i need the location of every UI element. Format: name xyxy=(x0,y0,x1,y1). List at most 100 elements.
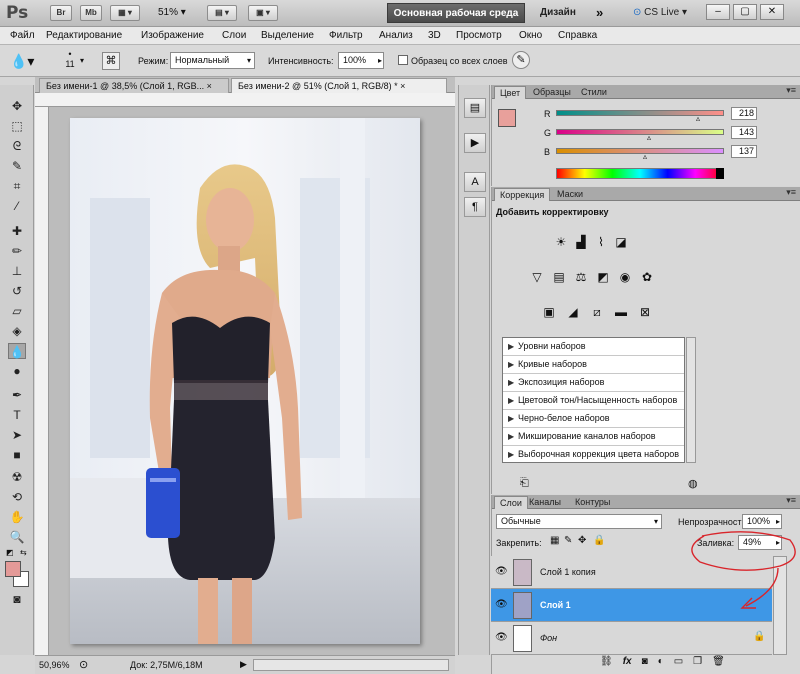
levels-icon[interactable]: ▟ xyxy=(572,234,590,250)
actions-panel-icon[interactable]: ▶ xyxy=(464,133,486,153)
tab-masks[interactable]: Маски xyxy=(552,188,588,201)
character-panel-icon[interactable]: A xyxy=(464,172,486,192)
status-info-icon[interactable]: ⊙ xyxy=(79,658,88,671)
vibrance-icon[interactable]: ▽ xyxy=(528,269,546,285)
quick-select-tool-icon[interactable]: ✎ xyxy=(8,158,26,174)
menu-layers[interactable]: Слои xyxy=(222,30,246,41)
zoom-level[interactable]: 51% ▾ xyxy=(158,7,186,18)
layer-name[interactable]: Фон xyxy=(540,633,557,643)
list-item[interactable]: ▶ Цветовой тон/Насыщенность наборов xyxy=(503,392,684,410)
adjustment-icon[interactable]: ◐ xyxy=(658,656,664,667)
panel-menu-icon[interactable]: ▾≡ xyxy=(786,187,796,198)
menu-image[interactable]: Изображение xyxy=(141,30,204,41)
crop-tool-icon[interactable]: ⌗ xyxy=(8,178,26,194)
default-colors-icon[interactable]: ◩ xyxy=(6,548,14,557)
adjustment-options-icon[interactable]: ◍ xyxy=(688,477,698,490)
expand-icon[interactable]: ▶ xyxy=(508,446,514,463)
channel-mixer-icon[interactable]: ✿ xyxy=(638,269,656,285)
history-brush-tool-icon[interactable]: ↺ xyxy=(8,283,26,299)
panel-menu-icon[interactable]: ▾≡ xyxy=(786,495,796,506)
tab-paths[interactable]: Контуры xyxy=(570,496,615,509)
r-value-input[interactable]: 218 xyxy=(731,107,757,120)
lock-all-icon[interactable]: 🔒 xyxy=(593,535,605,546)
dodge-tool-icon[interactable]: ● xyxy=(8,363,26,379)
spot-healing-tool-icon[interactable]: ✚ xyxy=(8,223,26,239)
menu-view[interactable]: Просмотр xyxy=(456,30,502,41)
minimize-button[interactable]: – xyxy=(706,4,730,20)
brush-dropdown-icon[interactable]: ▾ xyxy=(80,56,84,65)
foreground-color-swatch[interactable] xyxy=(498,109,516,127)
g-slider[interactable] xyxy=(556,129,724,135)
tab-styles[interactable]: Стили xyxy=(576,86,612,99)
visibility-eye-icon[interactable]: 👁 xyxy=(495,566,508,577)
lasso-tool-icon[interactable]: ᘓ xyxy=(8,138,26,154)
expand-icon[interactable]: ▶ xyxy=(508,410,514,427)
intensity-input[interactable]: 100% ▸ xyxy=(338,52,384,69)
gradient-map-icon[interactable]: ▬ xyxy=(612,304,630,320)
type-tool-icon[interactable]: T xyxy=(8,407,26,423)
list-item[interactable]: ▶ Черно-белое наборов xyxy=(503,410,684,428)
more-workspaces-icon[interactable]: » xyxy=(596,5,603,20)
paragraph-panel-icon[interactable]: ¶ xyxy=(464,197,486,217)
tab-document-1[interactable]: Без имени-1 @ 38,5% (Слой 1, RGB... × xyxy=(39,78,229,93)
hand-tool-icon[interactable]: ✋ xyxy=(8,509,26,525)
hue-saturation-icon[interactable]: ▤ xyxy=(550,269,568,285)
fx-icon[interactable]: fx xyxy=(623,656,632,667)
curves-icon[interactable]: ⌇ xyxy=(592,234,610,250)
mini-bridge-button[interactable]: Mb xyxy=(80,5,102,21)
threshold-icon[interactable]: ⧄ xyxy=(588,304,606,320)
paint-bucket-tool-icon[interactable]: ◈ xyxy=(8,323,26,339)
opacity-input[interactable]: 100% ▸ xyxy=(742,514,782,529)
eraser-tool-icon[interactable]: ▱ xyxy=(8,303,26,319)
exposure-icon[interactable]: ◪ xyxy=(612,234,630,250)
expand-icon[interactable]: ▶ xyxy=(508,392,514,409)
tab-swatches[interactable]: Образцы xyxy=(528,86,576,99)
menu-select[interactable]: Выделение xyxy=(261,30,314,41)
b-slider[interactable] xyxy=(556,148,724,154)
brightness-contrast-icon[interactable]: ☀ xyxy=(552,234,570,250)
visibility-eye-icon[interactable]: 👁 xyxy=(495,632,508,643)
tab-color[interactable]: Цвет xyxy=(494,86,527,99)
b-value-input[interactable]: 137 xyxy=(731,145,757,158)
mode-select[interactable]: Нормальный ▾ xyxy=(170,52,255,69)
g-value-input[interactable]: 143 xyxy=(731,126,757,139)
new-layer-icon[interactable]: ❐ xyxy=(693,656,702,667)
swap-colors-icon[interactable]: ⇆ xyxy=(20,548,27,557)
fill-input[interactable]: 49% ▸ xyxy=(738,535,782,550)
link-icon[interactable]: ⛓ xyxy=(600,656,613,667)
list-item[interactable]: ▶ Выборочная коррекция цвета наборов xyxy=(503,446,684,464)
3d-rotate-tool-icon[interactable]: ☢ xyxy=(8,469,26,485)
photo-filter-icon[interactable]: ◉ xyxy=(616,269,634,285)
layer-name[interactable]: Слой 1 копия xyxy=(540,567,596,577)
path-selection-tool-icon[interactable]: ➤ xyxy=(8,427,26,443)
marquee-tool-icon[interactable]: ⬚ xyxy=(8,118,26,134)
screen-mode-dropdown[interactable]: ▣ ▾ xyxy=(248,5,278,21)
lock-transparency-icon[interactable]: ▦ xyxy=(550,535,559,546)
layer-name[interactable]: Слой 1 xyxy=(540,600,571,610)
list-item[interactable]: ▶ Уровни наборов xyxy=(503,338,684,356)
visibility-eye-icon[interactable]: 👁 xyxy=(495,599,508,610)
workspace-design-button[interactable]: Дизайн xyxy=(540,7,576,18)
move-tool-icon[interactable]: ✥ xyxy=(8,98,26,114)
tab-document-2[interactable]: Без имени-2 @ 51% (Слой 1, RGB/8) * × xyxy=(231,78,447,93)
document-image[interactable] xyxy=(70,118,420,644)
presets-scrollbar[interactable] xyxy=(686,337,696,463)
layer-row-copy[interactable]: 👁 Слой 1 копия xyxy=(491,556,772,589)
color-balance-icon[interactable]: ⚖ xyxy=(572,269,590,285)
horizontal-scrollbar[interactable] xyxy=(253,659,449,671)
expand-icon[interactable]: ▶ xyxy=(508,338,514,355)
expand-icon[interactable]: ▶ xyxy=(508,428,514,445)
list-item[interactable]: ▶ Кривые наборов xyxy=(503,356,684,374)
color-spectrum-ramp[interactable] xyxy=(556,168,724,179)
trash-icon[interactable]: 🗑 xyxy=(712,656,725,667)
expand-icon[interactable]: ▶ xyxy=(508,356,514,373)
tab-layers[interactable]: Слои xyxy=(494,496,528,509)
list-item[interactable]: ▶ Экспозиция наборов xyxy=(503,374,684,392)
menu-help[interactable]: Справка xyxy=(558,30,597,41)
menu-3d[interactable]: 3D xyxy=(428,30,441,41)
black-white-icon[interactable]: ◩ xyxy=(594,269,612,285)
3d-orbit-tool-icon[interactable]: ⟲ xyxy=(8,489,26,505)
status-zoom[interactable]: 50,96% xyxy=(39,660,70,670)
menu-edit[interactable]: Редактирование xyxy=(46,30,122,41)
brush-tool-icon[interactable]: ✏ xyxy=(8,243,26,259)
